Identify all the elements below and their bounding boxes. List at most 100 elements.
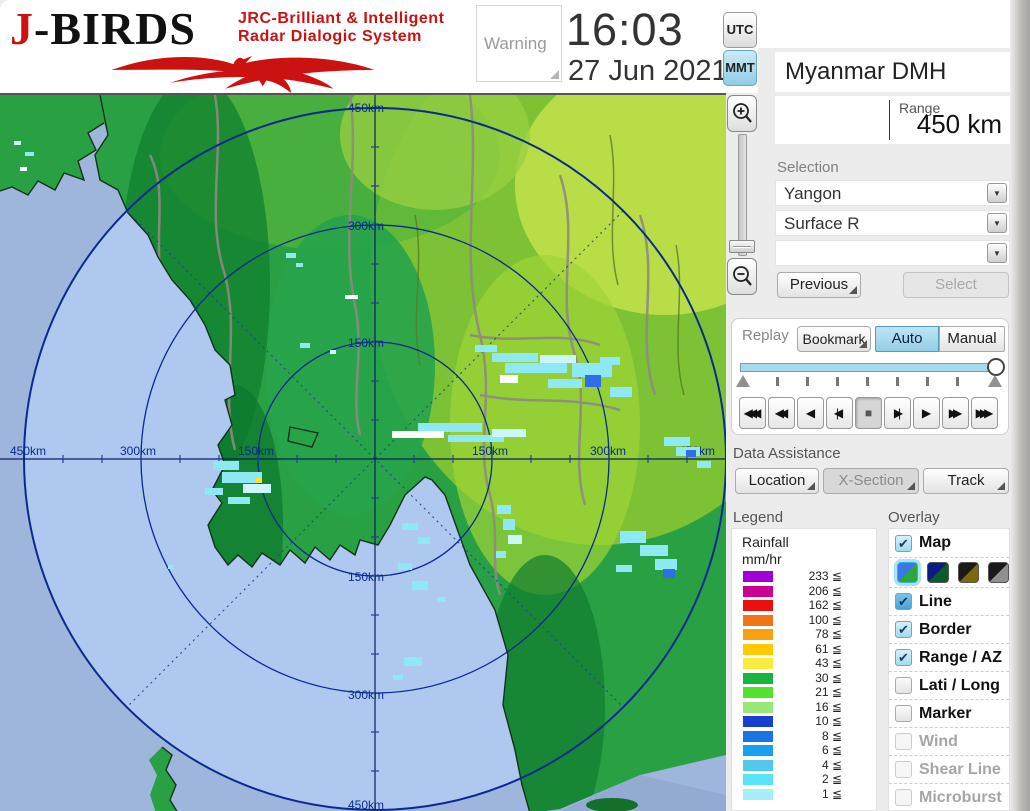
overlay-item-label: Map — [919, 534, 951, 551]
legend-swatch — [743, 774, 773, 785]
legend-value: 4 ≦ — [821, 757, 842, 772]
svg-text:450km: 450km — [348, 798, 384, 811]
track-button[interactable]: Track — [923, 468, 1009, 494]
forward-fast-button[interactable]: ▶▶▶ — [971, 397, 998, 429]
legend-value: 30 ≦ — [815, 670, 842, 685]
auto-mode-button[interactable]: Auto — [875, 326, 939, 352]
legend-value: 10 ≦ — [815, 714, 842, 728]
legend-row: 6 ≦ — [732, 743, 878, 758]
selection-dropdown-value: Surface R — [784, 214, 860, 233]
step-back-button[interactable]: |◀ — [826, 397, 853, 429]
rainfall-legend: Rainfall mm/hr 233 ≦ 206 ≦ 162 ≦ 100 ≦ 78 ≦ 6… — [731, 528, 877, 811]
replay-tick — [836, 377, 839, 386]
overlay-item-range-az[interactable]: ✔ Range / AZ — [889, 643, 1009, 671]
checkbox-range-az[interactable]: ✔ — [895, 649, 912, 666]
map-style-terrain-olive[interactable] — [957, 562, 979, 583]
checkbox-border[interactable]: ✔ — [895, 621, 912, 638]
selection-dropdown-1[interactable]: Surface R ▼ — [775, 210, 1010, 236]
mmt-button[interactable]: MMT — [723, 50, 757, 86]
selection-combos: Yangon ▼ Surface R ▼ ▼ — [775, 180, 1010, 270]
legend-swatch — [743, 759, 773, 771]
map-style-terrain-dark[interactable] — [927, 562, 949, 583]
warning-panel[interactable]: Warning — [476, 5, 562, 82]
legend-value: 43 ≦ — [815, 656, 842, 670]
legend-label: Legend — [733, 509, 784, 526]
legend-row: 21 ≦ — [732, 685, 878, 700]
legend-swatch — [743, 658, 773, 669]
replay-slider-handle[interactable] — [987, 358, 1005, 376]
play-button[interactable]: ▶ — [913, 397, 940, 429]
eagle-logo-icon — [111, 55, 375, 93]
zoom-in-icon — [733, 102, 752, 123]
map-style-terrain-gray[interactable] — [987, 562, 1009, 583]
legend-value: 78 ≦ — [815, 627, 842, 641]
map-style-terrain-color[interactable] — [897, 562, 919, 583]
map-zoom-in-button[interactable] — [727, 95, 757, 132]
clock-time: 16:03 — [566, 4, 684, 55]
legend-value: 206 ≦ — [808, 583, 842, 598]
chevron-down-icon[interactable]: ▼ — [987, 183, 1007, 203]
forward-button[interactable]: ▶▶ — [942, 397, 969, 429]
resize-grip-icon[interactable] — [550, 70, 559, 79]
legend-row: 78 ≦ — [732, 627, 878, 642]
selection-dropdown-2[interactable]: ▼ — [775, 240, 1010, 266]
data-assistance-label: Data Assistance — [733, 445, 841, 462]
step-forward-button[interactable]: ▶| — [884, 397, 911, 429]
overlay-item-border[interactable]: ✔ Border — [889, 615, 1009, 643]
overlay-item-map[interactable]: ✔ Map — [889, 529, 1009, 557]
rewind-button[interactable]: ◀◀ — [768, 397, 795, 429]
map-zoom-out-button[interactable] — [727, 258, 757, 295]
overlay-item-line[interactable]: ✔ Line — [889, 587, 1009, 615]
overlay-item-label: Range / AZ — [919, 648, 1002, 666]
location-button[interactable]: Location — [735, 468, 819, 494]
replay-range-end-marker[interactable] — [988, 375, 1002, 387]
overlay-item-lati-long[interactable]: Lati / Long — [889, 671, 1009, 699]
replay-range-start-marker[interactable] — [736, 375, 750, 387]
map-zoom-slider-thumb[interactable] — [729, 240, 755, 253]
legend-swatch — [743, 585, 773, 597]
jbirds-logo: J-BIRDS JRC-Brilliant & Intelligent Rada… — [10, 2, 475, 93]
range-value: 450 km — [916, 109, 1002, 139]
replay-slider-track[interactable] — [740, 363, 998, 372]
overlay-item-wind: Wind — [889, 727, 1009, 755]
overlay-item-label: Line — [919, 592, 952, 610]
overlay-item-label: Wind — [919, 732, 958, 750]
overlay-item-label: Shear Line — [919, 760, 1001, 778]
legend-swatch — [743, 614, 773, 626]
replay-label: Replay — [742, 327, 789, 344]
window-scrollbar[interactable] — [1010, 0, 1030, 811]
checkbox-line[interactable]: ✔ — [895, 593, 912, 610]
legend-value: 61 ≦ — [815, 641, 842, 656]
playback-controls: ◀◀◀ ◀◀ ◀ |◀ ■ ▶| ▶ ▶▶ ▶▶▶ — [739, 397, 998, 429]
legend-row: 10 ≦ — [732, 714, 878, 729]
station-card: Myanmar DMH — [775, 52, 1010, 92]
bookmark-button[interactable]: Bookmark — [797, 326, 871, 352]
legend-row: 30 ≦ — [732, 671, 878, 686]
utc-button[interactable]: UTC — [723, 12, 757, 48]
svg-text:300km: 300km — [120, 444, 156, 458]
checkbox-marker[interactable] — [895, 705, 912, 722]
map-zoom-slider-track[interactable] — [738, 134, 747, 256]
legend-row: 43 ≦ — [732, 656, 878, 671]
checkbox-map[interactable]: ✔ — [895, 534, 912, 552]
legend-swatch — [743, 745, 773, 756]
manual-mode-button[interactable]: Manual — [939, 326, 1005, 352]
selection-dropdown-0[interactable]: Yangon ▼ — [775, 180, 1010, 206]
legend-row: 2 ≦ — [732, 772, 878, 787]
stop-button[interactable]: ■ — [855, 397, 882, 429]
map-style-swatches — [889, 557, 1009, 587]
overlay-item-marker[interactable]: Marker — [889, 699, 1009, 727]
chevron-down-icon[interactable]: ▼ — [987, 243, 1007, 263]
previous-button[interactable]: Previous — [777, 272, 861, 298]
legend-swatch — [743, 672, 773, 684]
clock-date: 27 Jun 2021 — [568, 55, 728, 87]
rewind-fast-button[interactable]: ◀◀◀ — [739, 397, 766, 429]
legend-value: 8 ≦ — [821, 728, 842, 743]
legend-title: Rainfall mm/hr — [742, 534, 789, 567]
play-reverse-button[interactable]: ◀ — [797, 397, 824, 429]
legend-row: 8 ≦ — [732, 729, 878, 744]
chevron-down-icon[interactable]: ▼ — [987, 213, 1007, 233]
checkbox-lati-long[interactable] — [895, 677, 912, 694]
checkbox-microburst — [895, 789, 912, 806]
radar-map[interactable]: 450km 300km 150km 150km 300km 450km 450km 300km… — [0, 93, 727, 811]
